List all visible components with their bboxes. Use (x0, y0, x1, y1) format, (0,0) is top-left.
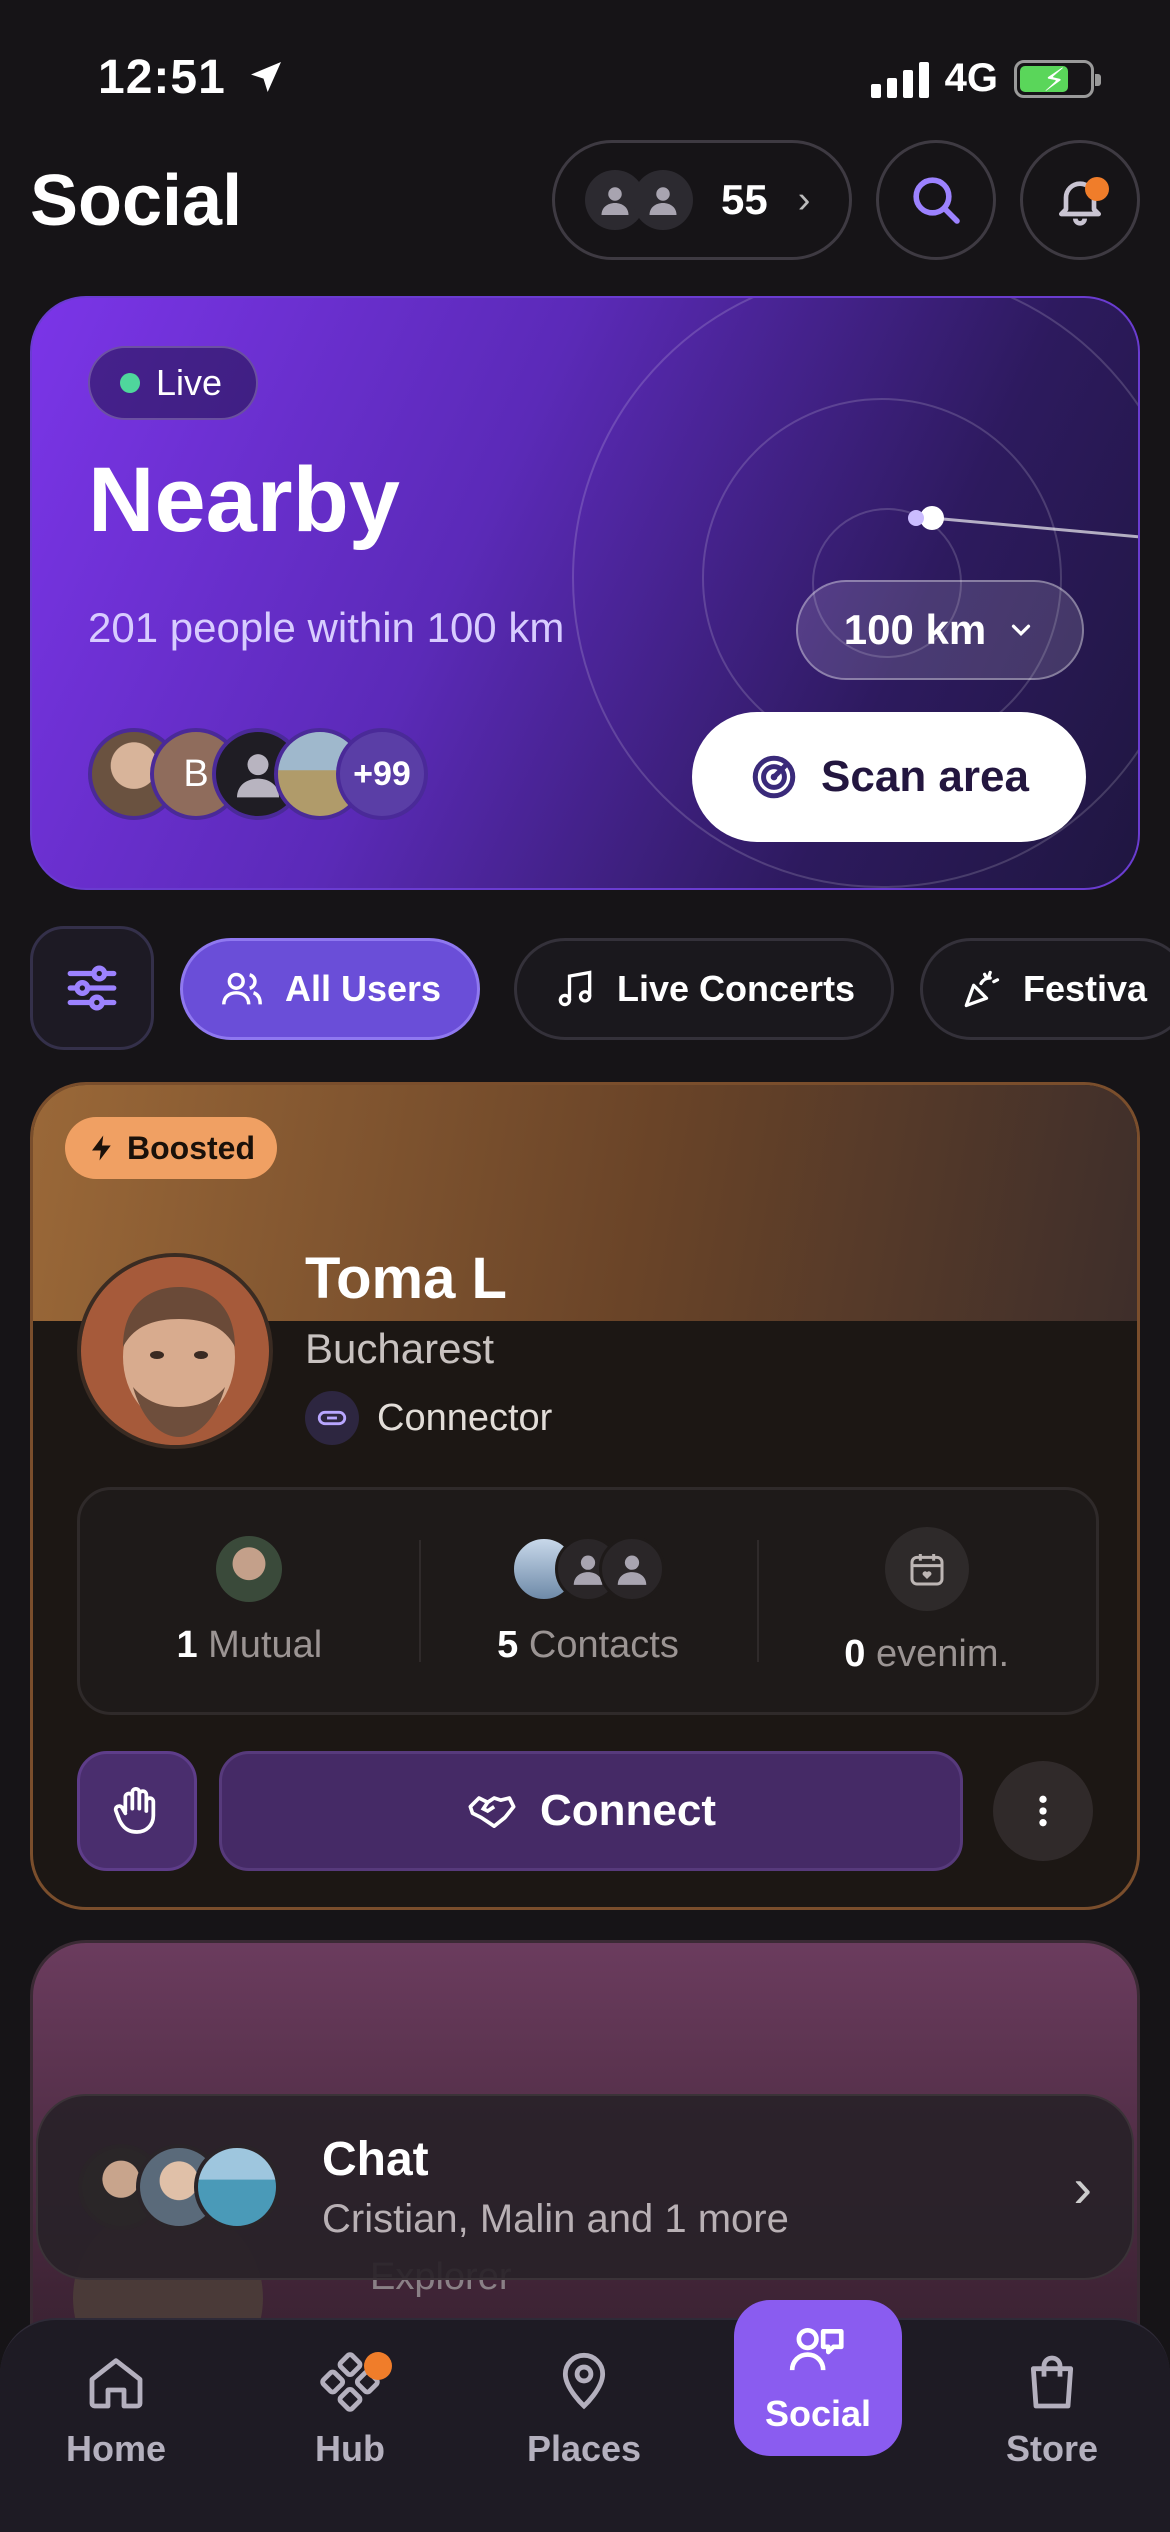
person-icon (633, 170, 693, 230)
chip-live-concerts[interactable]: Live Concerts (514, 938, 895, 1040)
mutual-avatar (216, 1535, 283, 1602)
users-icon (222, 972, 262, 1005)
hand-wave-icon (113, 1787, 156, 1834)
notifications-button[interactable] (1020, 140, 1140, 260)
handshake-icon (468, 1796, 516, 1829)
chip-label: Festiva (1023, 968, 1148, 1009)
avatar (194, 2144, 280, 2230)
more-vertical-icon (1039, 1795, 1047, 1827)
profile-card[interactable]: Boosted Toma L Bucharest Connector 1 Mut… (30, 1082, 1140, 1910)
chip-label: Live Concerts (617, 968, 856, 1009)
network-label: 4G (944, 56, 998, 100)
scan-area-label: Scan area (821, 752, 1029, 801)
contacts-count: 5 (497, 1623, 519, 1666)
music-note-icon (558, 970, 592, 1007)
more-options-button[interactable] (993, 1761, 1093, 1861)
live-label: Live (156, 362, 223, 403)
calendar-heart-icon (884, 1526, 969, 1611)
radar-icon (752, 755, 796, 799)
chip-label: All Users (285, 968, 442, 1009)
chat-subtitle: Cristian, Malin and 1 more (322, 2197, 789, 2241)
tab-label: Social (764, 2393, 872, 2434)
search-icon (913, 177, 960, 224)
person-icon (599, 1535, 665, 1602)
avatar-initial: B (183, 752, 209, 795)
stat-events[interactable]: 0 evenim. (757, 1490, 1096, 1712)
wave-button[interactable] (77, 1751, 197, 1871)
sliders-icon (67, 965, 117, 1011)
tab-home[interactable]: Home (16, 2350, 216, 2470)
contacts-label: Contacts (528, 1623, 679, 1666)
tab-label: Home (65, 2428, 167, 2469)
profile-avatar[interactable] (77, 1253, 273, 1449)
radius-selector[interactable]: 100 km (796, 580, 1084, 680)
tab-label: Places (526, 2428, 642, 2469)
friends-pill[interactable]: 55 › (552, 140, 852, 260)
search-button[interactable] (876, 140, 996, 260)
chevron-right-icon: › (1073, 2155, 1092, 2219)
notification-dot (364, 2352, 392, 2380)
mutual-label: Mutual (208, 1623, 323, 1666)
nearby-avatars[interactable]: B +99 (88, 728, 428, 820)
signal-icon (870, 60, 929, 98)
chat-avatars (78, 2144, 280, 2230)
tab-label: Hub (315, 2428, 385, 2469)
chip-festivals[interactable]: Festiva (920, 938, 1170, 1040)
chevron-right-icon: › (797, 178, 811, 221)
nearby-card[interactable]: Live Nearby 201 people within 100 km 100… (30, 296, 1140, 890)
stat-mutual[interactable]: 1 Mutual (80, 1490, 419, 1712)
chevron-down-icon (1012, 624, 1031, 637)
tab-places[interactable]: Places (484, 2350, 684, 2470)
status-time: 12:51 (98, 50, 286, 105)
connect-label: Connect (540, 1786, 716, 1835)
profile-photo (81, 1257, 269, 1445)
home-icon (89, 2358, 143, 2409)
stat-contacts[interactable]: 5 Contacts (418, 1490, 758, 1712)
chat-bar[interactable]: Chat Cristian, Malin and 1 more › (36, 2094, 1134, 2280)
profile-city: Bucharest (305, 1325, 495, 1372)
tab-social[interactable]: Social (734, 2300, 902, 2456)
status-indicators: 4G ⚡ (870, 56, 1101, 101)
party-popper-icon (964, 970, 1000, 1008)
boosted-badge: Boosted (65, 1117, 277, 1179)
profile-stats: 1 Mutual 5 Contacts 0 evenim. (77, 1487, 1099, 1715)
social-icon (789, 2327, 844, 2371)
nearby-title: Nearby (88, 449, 400, 551)
tab-label: Store (1005, 2428, 1099, 2469)
events-label: evenim. (876, 1632, 1010, 1675)
more-avatars: +99 (336, 728, 428, 820)
location-arrow-icon (251, 62, 282, 92)
contacts-avatars (511, 1535, 665, 1602)
profile-role: Connector (305, 1391, 552, 1445)
role-label: Connector (377, 1396, 553, 1439)
friends-count: 55 (721, 176, 768, 223)
notification-dot (1085, 177, 1109, 201)
live-badge: Live (88, 346, 259, 420)
tab-hub[interactable]: Hub (250, 2350, 450, 2470)
battery-icon: ⚡ (1014, 59, 1101, 98)
live-dot (120, 373, 140, 393)
lightning-icon (92, 1135, 111, 1161)
scan-area-button[interactable]: Scan area (692, 712, 1086, 842)
location-pin-icon (562, 2353, 606, 2410)
badge-label: Boosted (127, 1129, 255, 1166)
shopping-bag-icon (1030, 2355, 1074, 2409)
tab-store[interactable]: Store (952, 2350, 1152, 2470)
link-icon (305, 1391, 359, 1445)
mutual-count: 1 (176, 1623, 198, 1666)
filter-button[interactable] (30, 926, 154, 1050)
radius-value: 100 km (843, 606, 987, 653)
profile-name: Toma L (305, 1246, 507, 1311)
chat-title: Chat (322, 2133, 429, 2186)
chip-all-users[interactable]: All Users (180, 938, 481, 1040)
connect-button[interactable]: Connect (219, 1751, 963, 1871)
page-title: Social (30, 161, 243, 241)
events-count: 0 (844, 1632, 866, 1675)
nearby-subtitle: 201 people within 100 km (88, 604, 565, 651)
